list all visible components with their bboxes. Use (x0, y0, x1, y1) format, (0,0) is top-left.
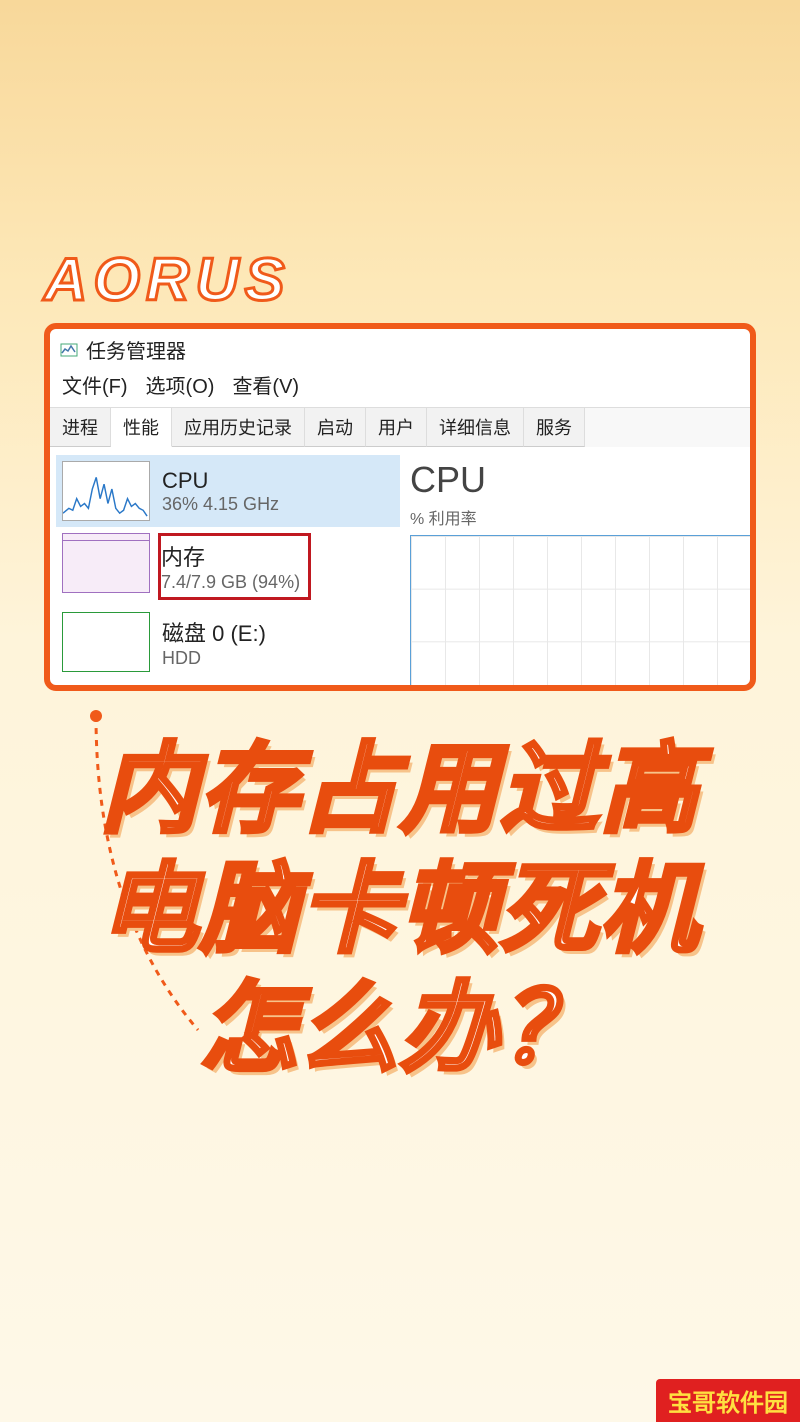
memory-label: 内存 (161, 540, 300, 572)
task-manager-icon (60, 341, 78, 359)
sidebar-item-memory[interactable]: 内存 7.4/7.9 GB (94%) (56, 527, 400, 606)
tab-processes[interactable]: 进程 (50, 408, 111, 447)
performance-body: CPU 36% 4.15 GHz 内存 7.4/7.9 GB (94%) 磁盘 … (50, 447, 750, 691)
brand-logo: AORUS (44, 245, 291, 314)
sidebar-item-cpu[interactable]: CPU 36% 4.15 GHz (56, 455, 400, 527)
headline-line-1: 内存占用过高 (0, 730, 800, 850)
menu-options[interactable]: 选项(O) (146, 370, 215, 399)
tab-details[interactable]: 详细信息 (427, 408, 524, 447)
tab-app-history[interactable]: 应用历史记录 (172, 408, 305, 447)
window-title: 任务管理器 (86, 335, 186, 364)
tabstrip: 进程 性能 应用历史记录 启动 用户 详细信息 服务 (50, 407, 750, 447)
menubar: 文件(F) 选项(O) 查看(V) (50, 364, 750, 407)
watermark-badge: 宝哥软件园 (656, 1379, 800, 1422)
main-title: CPU (410, 459, 750, 501)
headline-line-2: 电脑卡顿死机 (0, 850, 800, 970)
headline: 内存占用过高 电脑卡顿死机 怎么办？ (0, 730, 800, 1089)
cpu-label: CPU (162, 468, 279, 494)
disk-label: 磁盘 0 (E:) (162, 616, 266, 648)
tab-users[interactable]: 用户 (366, 408, 427, 447)
cpu-sparkline-icon (62, 461, 150, 521)
memory-highlight-box: 内存 7.4/7.9 GB (94%) (158, 533, 311, 600)
tab-startup[interactable]: 启动 (305, 408, 366, 447)
headline-line-3: 怎么办？ (0, 969, 800, 1089)
menu-view[interactable]: 查看(V) (232, 370, 299, 399)
performance-main: CPU % 利用率 (400, 447, 750, 691)
titlebar: 任务管理器 (50, 329, 750, 364)
task-manager-window: 任务管理器 文件(F) 选项(O) 查看(V) 进程 性能 应用历史记录 启动 … (44, 323, 756, 691)
cpu-sub: 36% 4.15 GHz (162, 494, 279, 515)
disk-sparkline-icon (62, 612, 150, 672)
tab-performance[interactable]: 性能 (111, 408, 172, 447)
disk-sub: HDD (162, 648, 266, 669)
cpu-chart (410, 535, 752, 691)
memory-sub: 7.4/7.9 GB (94%) (161, 572, 300, 593)
performance-sidebar: CPU 36% 4.15 GHz 内存 7.4/7.9 GB (94%) 磁盘 … (50, 447, 400, 691)
main-subtitle: % 利用率 (410, 505, 750, 529)
tab-services[interactable]: 服务 (524, 408, 585, 447)
sidebar-item-disk[interactable]: 磁盘 0 (E:) HDD (56, 606, 400, 678)
memory-sparkline-icon (62, 533, 150, 593)
menu-file[interactable]: 文件(F) (62, 370, 128, 399)
